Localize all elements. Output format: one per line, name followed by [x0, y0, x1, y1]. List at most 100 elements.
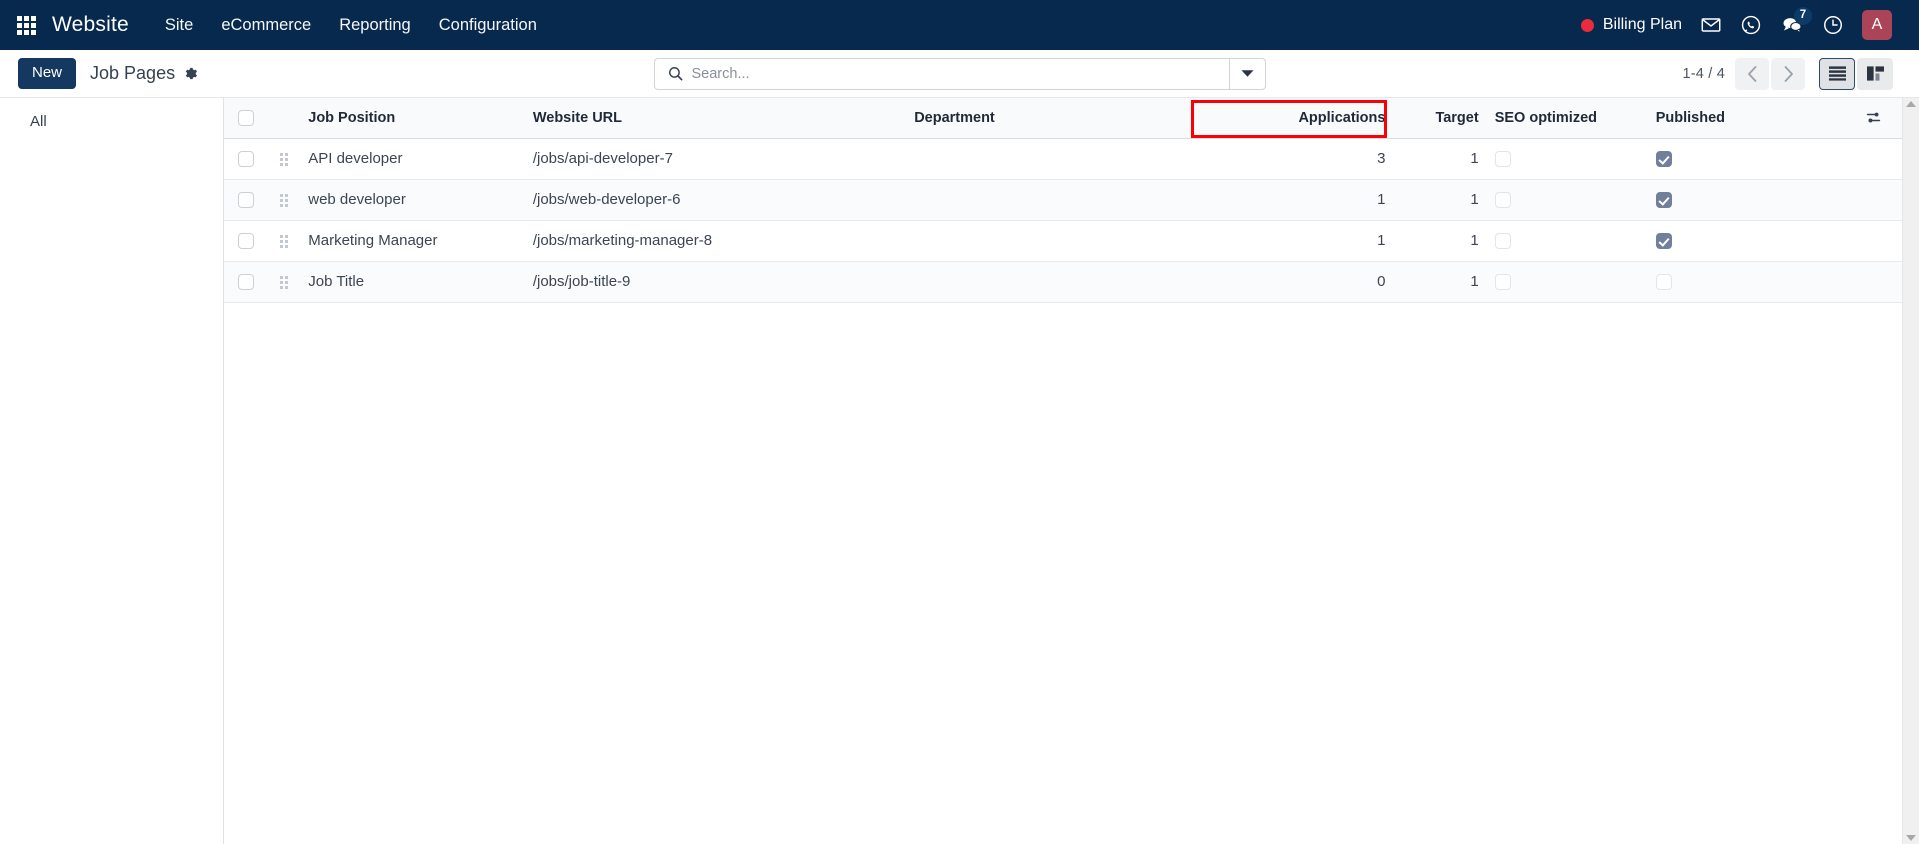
- menu-ecommerce[interactable]: eCommerce: [207, 8, 325, 43]
- pager-previous-button[interactable]: [1735, 57, 1769, 90]
- row-drag-handle-cell: [268, 138, 301, 180]
- drag-handle-icon[interactable]: [280, 193, 289, 207]
- user-menu-button[interactable]: A: [1853, 0, 1901, 50]
- cell-website-url[interactable]: /jobs/marketing-manager-8: [524, 220, 907, 262]
- cell-department[interactable]: [906, 261, 1169, 303]
- seo-optimized-checkbox[interactable]: [1494, 274, 1511, 291]
- app-brand-website[interactable]: Website: [52, 13, 129, 37]
- cell-target[interactable]: 1: [1393, 179, 1487, 221]
- select-all-header: [224, 98, 269, 139]
- cell-target[interactable]: 1: [1393, 261, 1487, 303]
- drag-handle-icon[interactable]: [280, 152, 289, 166]
- scroll-down-arrow-icon[interactable]: [1906, 835, 1916, 841]
- table-row[interactable]: Job Title/jobs/job-title-9 0 1: [224, 261, 1902, 303]
- vertical-scrollbar[interactable]: [1902, 98, 1919, 844]
- table-body: API developer/jobs/api-developer-7 3 1 web …: [224, 138, 1902, 303]
- row-select-cell: [224, 220, 269, 262]
- search-icon: [655, 65, 692, 82]
- messages-button[interactable]: 7: [1771, 0, 1813, 50]
- control-panel-right: 1-4 / 4: [1682, 57, 1893, 90]
- cell-department[interactable]: [906, 179, 1169, 221]
- cell-published: [1647, 179, 1845, 221]
- cell-target[interactable]: 1: [1393, 138, 1487, 180]
- pager-next-button[interactable]: [1771, 57, 1805, 90]
- row-spacer-cell: [1844, 220, 1902, 262]
- cell-seo-optimized: [1486, 179, 1648, 221]
- row-select-checkbox[interactable]: [238, 151, 255, 168]
- published-checkbox[interactable]: [1655, 192, 1672, 209]
- sidebar-section-filters: All: [0, 108, 223, 135]
- billing-plan-button[interactable]: Billing Plan: [1572, 0, 1691, 50]
- cell-website-url[interactable]: /jobs/job-title-9: [524, 261, 907, 303]
- cell-applications[interactable]: 1: [1168, 179, 1394, 221]
- caret-down-icon: [1240, 70, 1254, 77]
- row-select-checkbox[interactable]: [238, 192, 255, 209]
- published-checkbox[interactable]: [1655, 274, 1672, 291]
- row-drag-handle-cell: [268, 179, 301, 221]
- pager-value[interactable]: 1-4 / 4: [1682, 66, 1725, 82]
- header-seo-optimized[interactable]: SEO optimized: [1486, 98, 1648, 139]
- search-input[interactable]: [691, 58, 1229, 89]
- header-published[interactable]: Published: [1647, 98, 1845, 139]
- row-select-checkbox[interactable]: [238, 274, 255, 291]
- mail-button[interactable]: [1691, 0, 1731, 50]
- avatar: A: [1862, 10, 1892, 40]
- cell-published: [1647, 261, 1845, 303]
- chevron-right-icon: [1784, 65, 1793, 82]
- cell-applications[interactable]: 3: [1168, 138, 1394, 180]
- new-button[interactable]: New: [18, 58, 77, 89]
- seo-optimized-checkbox[interactable]: [1494, 192, 1511, 209]
- header-department[interactable]: Department: [906, 98, 1169, 139]
- list-view-button[interactable]: [1819, 57, 1855, 90]
- control-panel-left: New Job Pages: [18, 58, 198, 89]
- header-website-url[interactable]: Website URL: [524, 98, 907, 139]
- menu-site[interactable]: Site: [151, 8, 207, 43]
- row-spacer-cell: [1844, 179, 1902, 221]
- select-all-checkbox[interactable]: [238, 109, 255, 126]
- apps-menu-button[interactable]: [0, 0, 52, 50]
- sliders-icon: [1866, 112, 1881, 123]
- cell-job-position[interactable]: web developer: [300, 179, 525, 221]
- top-navbar: Website Site eCommerce Reporting Configu…: [0, 0, 1919, 50]
- cell-target[interactable]: 1: [1393, 220, 1487, 262]
- cell-seo-optimized: [1486, 220, 1648, 262]
- drag-handle-icon[interactable]: [280, 275, 289, 289]
- published-checkbox[interactable]: [1655, 233, 1672, 250]
- cell-department[interactable]: [906, 220, 1169, 262]
- row-select-checkbox[interactable]: [238, 233, 255, 250]
- menu-configuration[interactable]: Configuration: [425, 8, 551, 43]
- cell-website-url[interactable]: /jobs/api-developer-7: [524, 138, 907, 180]
- row-select-cell: [224, 179, 269, 221]
- drag-handle-icon[interactable]: [280, 234, 289, 248]
- list-view-container: Job Position Website URL Department Appl…: [224, 98, 1902, 844]
- kanban-view-button[interactable]: [1857, 57, 1893, 90]
- activities-button[interactable]: [1813, 0, 1853, 50]
- cell-applications[interactable]: 1: [1168, 220, 1394, 262]
- whatsapp-button[interactable]: [1731, 0, 1771, 50]
- seo-optimized-checkbox[interactable]: [1494, 151, 1511, 168]
- pager-buttons: [1735, 57, 1805, 90]
- scroll-up-arrow-icon[interactable]: [1906, 101, 1916, 107]
- cell-job-position[interactable]: Job Title: [300, 261, 525, 303]
- seo-optimized-checkbox[interactable]: [1494, 233, 1511, 250]
- cell-job-position[interactable]: API developer: [300, 138, 525, 180]
- search-dropdown-toggle[interactable]: [1228, 58, 1265, 89]
- optional-columns-dropdown[interactable]: [1845, 109, 1902, 126]
- header-target[interactable]: Target: [1393, 98, 1487, 139]
- header-applications-label: Applications: [1298, 109, 1386, 126]
- searchview[interactable]: [653, 57, 1266, 90]
- sidebar-item-all[interactable]: All: [0, 108, 223, 135]
- cell-website-url[interactable]: /jobs/web-developer-6: [524, 179, 907, 221]
- cell-applications[interactable]: 0: [1168, 261, 1394, 303]
- menu-reporting[interactable]: Reporting: [325, 8, 425, 43]
- header-job-position[interactable]: Job Position: [300, 98, 525, 139]
- view-settings-button[interactable]: [183, 66, 198, 81]
- table-row[interactable]: web developer/jobs/web-developer-6 1 1: [224, 179, 1902, 221]
- cell-job-position[interactable]: Marketing Manager: [300, 220, 525, 262]
- table-row[interactable]: Marketing Manager/jobs/marketing-manager…: [224, 220, 1902, 262]
- published-checkbox[interactable]: [1655, 151, 1672, 168]
- cell-department[interactable]: [906, 138, 1169, 180]
- table-row[interactable]: API developer/jobs/api-developer-7 3 1: [224, 138, 1902, 180]
- activity-clock-icon: [1824, 16, 1842, 34]
- header-applications[interactable]: Applications: [1168, 98, 1394, 139]
